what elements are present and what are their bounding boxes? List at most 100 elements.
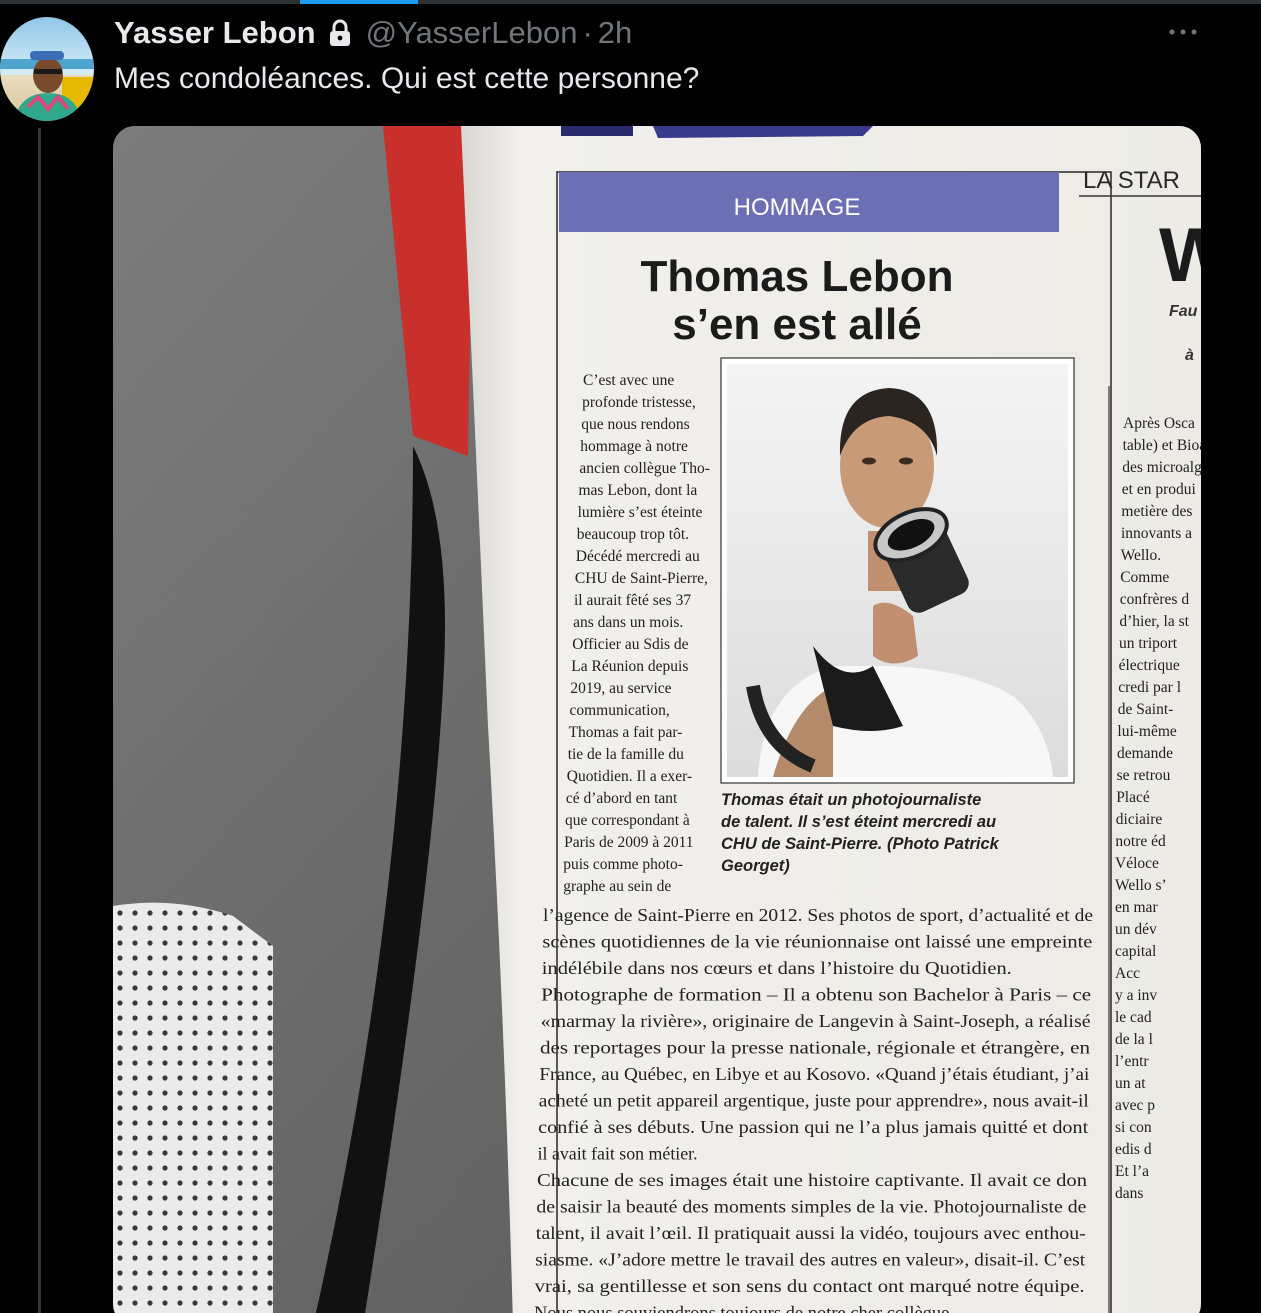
neighbor-line: l’entr bbox=[1115, 1053, 1149, 1070]
active-tab-indicator bbox=[300, 0, 418, 4]
neighbor-line: de la l bbox=[1115, 1031, 1153, 1048]
timestamp[interactable]: 2h bbox=[598, 15, 632, 51]
body-line: de saisir la beauté des moments simples … bbox=[536, 1197, 1086, 1217]
neighbor-line: Acc bbox=[1115, 965, 1140, 982]
neighbor-line: dans bbox=[1115, 1185, 1143, 1202]
column-line: mas Lebon, dont la bbox=[579, 482, 698, 499]
neighbor-line: y a inv bbox=[1115, 987, 1157, 1004]
neighbor-line: Et l’a bbox=[1115, 1163, 1149, 1180]
section-label: HOMMAGE bbox=[734, 194, 861, 221]
column-line: tie de la famille du bbox=[568, 746, 684, 763]
post-text: Mes condoléances. Qui est cette personne… bbox=[114, 62, 700, 95]
handle[interactable]: @YasserLebon bbox=[366, 15, 578, 51]
column-line: Officier au Sdis de bbox=[572, 636, 688, 653]
lock-icon bbox=[328, 19, 352, 47]
thread-connector-line bbox=[38, 128, 41, 1313]
body-line: l’agence de Saint-Pierre en 2012. Ses ph… bbox=[543, 905, 1093, 925]
neighbor-line: confrères d bbox=[1120, 591, 1190, 608]
neighbor-line: capital bbox=[1115, 943, 1156, 960]
column-line: graphe au sein de bbox=[563, 878, 671, 895]
neighbor-line: Après Osca bbox=[1123, 415, 1195, 432]
column-line: puis comme photo- bbox=[563, 856, 683, 873]
body-line: «marmay la rivière», originaire de Lange… bbox=[541, 1011, 1091, 1031]
neighbor-line: table) et Bioa bbox=[1123, 437, 1201, 454]
neighbor-line: Wello s’ bbox=[1115, 877, 1167, 894]
display-name[interactable]: Yasser Lebon bbox=[114, 15, 316, 51]
neighbor-line: innovants a bbox=[1121, 525, 1192, 542]
headline-line-1: Thomas Lebon bbox=[641, 252, 954, 301]
caption-line: de talent. Il s’est éteint mercredi au bbox=[721, 813, 996, 831]
column-line: Décédé mercredi au bbox=[576, 548, 700, 565]
article-body-text: l’agence de Saint-Pierre en 2012. Ses ph… bbox=[534, 905, 1093, 1313]
column-line: communication, bbox=[570, 702, 670, 719]
column-line: Paris de 2009 à 2011 bbox=[564, 834, 693, 851]
neighbor-line: de Saint- bbox=[1118, 701, 1174, 718]
page-top-band bbox=[561, 126, 633, 136]
neighbor-line: électrique bbox=[1119, 657, 1180, 674]
neighbor-line: credi par l bbox=[1118, 679, 1181, 696]
body-line: indélébile dans nos cœurs et dans l’hist… bbox=[542, 958, 1012, 978]
neighbor-line: Placé bbox=[1116, 789, 1150, 806]
article-photo bbox=[720, 357, 1075, 784]
post-header: Yasser Lebon @YasserLebon · 2h bbox=[114, 14, 632, 52]
neighbor-line: metière des bbox=[1121, 503, 1192, 520]
neighbor-line: en mar bbox=[1115, 899, 1158, 916]
column-line: 2019, au service bbox=[570, 680, 671, 697]
neighbor-line: Véloce bbox=[1115, 855, 1159, 872]
neighbor-sub-2: à bbox=[1185, 347, 1194, 364]
column-line: beaucoup trop tôt. bbox=[577, 526, 689, 543]
column-line: C’est avec une bbox=[583, 372, 674, 389]
neighbor-line: des microalg bbox=[1122, 459, 1201, 476]
more-options-icon[interactable] bbox=[1166, 22, 1200, 42]
avatar[interactable] bbox=[0, 17, 94, 121]
neighbor-line: edis d bbox=[1115, 1141, 1152, 1158]
neighbor-line: demande bbox=[1117, 745, 1173, 762]
page-top-band-2 bbox=[653, 126, 873, 138]
perforated-chair bbox=[113, 902, 273, 1313]
body-line: talent, il avait l’œil. Il pratiquait au… bbox=[536, 1223, 1086, 1243]
body-line: Photographe de formation – Il a obtenu s… bbox=[541, 985, 1091, 1005]
neighbor-masthead: LA STAR bbox=[1083, 167, 1180, 194]
body-line: confié à ses débuts. Une passion qui ne … bbox=[538, 1117, 1088, 1137]
body-line: Nous nous souviendrons toujours de notre… bbox=[534, 1303, 954, 1313]
body-line: siasme. «J’adore mettre le travail des a… bbox=[535, 1250, 1085, 1270]
neighbor-line: diciaire bbox=[1116, 811, 1163, 828]
neighbor-line: Wello. bbox=[1121, 547, 1162, 564]
column-line: CHU de Saint-Pierre, bbox=[575, 570, 708, 587]
caption-line: Thomas était un photojournaliste bbox=[721, 791, 981, 809]
column-line: lumière s’est éteinte bbox=[578, 504, 703, 521]
column-line: ancien collègue Tho- bbox=[579, 460, 710, 477]
body-line: scènes quotidiennes de la vie réunionnai… bbox=[542, 932, 1092, 952]
body-line: il avait fait son métier. bbox=[538, 1144, 698, 1164]
column-line: profonde tristesse, bbox=[582, 394, 696, 411]
body-line: France, au Québec, en Libye et au Kosovo… bbox=[539, 1064, 1089, 1084]
body-line: des reportages pour la presse nationale,… bbox=[540, 1038, 1090, 1058]
column-line: cé d’abord en tant bbox=[566, 790, 678, 807]
column-line: ans dans un mois. bbox=[573, 614, 683, 631]
column-line: il aurait fêté ses 37 bbox=[574, 592, 691, 609]
neighbor-line: le cad bbox=[1115, 1009, 1152, 1026]
separator-dot: · bbox=[582, 15, 593, 50]
neighbor-line: un triport bbox=[1119, 635, 1178, 652]
column-line: hommage à notre bbox=[580, 438, 688, 455]
neighbor-line: d’hier, la st bbox=[1119, 613, 1189, 630]
body-line: acheté un petit appareil argentique, jus… bbox=[539, 1091, 1089, 1111]
column-line: que nous rendons bbox=[581, 416, 690, 433]
headline-line-2: s’en est allé bbox=[672, 300, 921, 349]
neighbor-line: et en produi bbox=[1122, 481, 1197, 498]
top-divider bbox=[0, 0, 1261, 4]
column-line: que correspondant à bbox=[565, 812, 690, 829]
caption-line: CHU de Saint-Pierre. (Photo Patrick bbox=[721, 835, 1000, 853]
neighbor-line: se retrou bbox=[1117, 767, 1171, 784]
body-line: Chacune de ses images était une histoire… bbox=[537, 1170, 1087, 1190]
column-line: La Réunion depuis bbox=[571, 658, 688, 675]
neighbor-line: lui-même bbox=[1117, 723, 1177, 740]
neighbor-line: notre éd bbox=[1115, 833, 1166, 850]
column-line: Thomas a fait par- bbox=[569, 724, 683, 741]
post-media-image[interactable]: HOMMAGE Thomas Lebon s’en est allé LA ST… bbox=[113, 126, 1201, 1313]
neighbor-line: avec p bbox=[1115, 1097, 1155, 1114]
neighbor-line: si con bbox=[1115, 1119, 1152, 1136]
body-line: vrai, sa gentillesse et son sens du cont… bbox=[535, 1276, 1085, 1296]
column-line: Quotidien. Il a exer- bbox=[567, 768, 692, 785]
neighbor-line: un dév bbox=[1115, 921, 1157, 938]
